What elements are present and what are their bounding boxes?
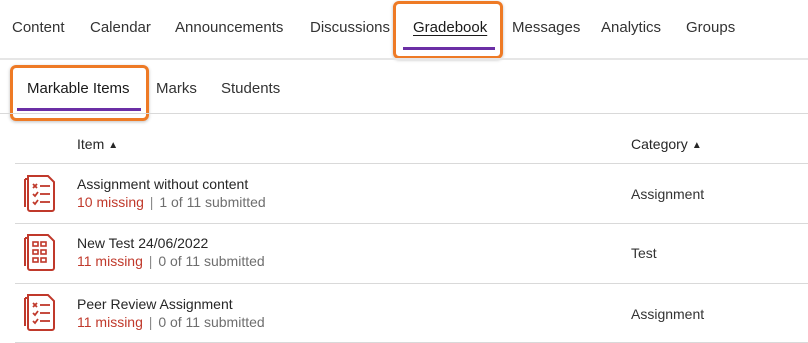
assignment-icon (24, 175, 55, 212)
nav-calendar[interactable]: Calendar (90, 19, 151, 36)
tab-marks[interactable]: Marks (156, 80, 197, 97)
test-icon (24, 234, 55, 271)
row-status: 11 missing | 0 of 11 submitted (77, 314, 265, 330)
subtabs-divider (0, 113, 808, 114)
column-header-category-label: Category (631, 136, 688, 152)
nav-groups[interactable]: Groups (686, 19, 735, 36)
nav-analytics[interactable]: Analytics (601, 19, 661, 36)
submitted-count: 0 of 11 submitted (158, 314, 265, 330)
row-category: Assignment (631, 306, 705, 322)
column-header-item-label: Item (77, 136, 105, 152)
nav-divider (0, 58, 808, 60)
gradebook-highlight-box (393, 1, 503, 59)
nav-announcements[interactable]: Announcements (175, 19, 283, 36)
tab-students[interactable]: Students (221, 80, 280, 97)
header-divider (15, 163, 808, 164)
submitted-count: 0 of 11 submitted (158, 253, 265, 269)
nav-content[interactable]: Content (12, 19, 65, 36)
row-divider (15, 223, 808, 224)
sort-icon: ▲︎ (108, 140, 119, 151)
row-divider (15, 283, 808, 284)
missing-count[interactable]: 10 missing (77, 194, 144, 210)
assignment-icon (24, 294, 55, 331)
row-title[interactable]: New Test 24/06/2022 (77, 235, 208, 251)
row-category: Test (631, 245, 657, 261)
row-category: Assignment (631, 186, 705, 202)
column-header-category[interactable]: Category ▲︎ (631, 136, 702, 152)
row-title[interactable]: Assignment without content (77, 176, 248, 192)
missing-count[interactable]: 11 missing (77, 314, 143, 330)
row-status: 10 missing | 1 of 11 submitted (77, 194, 266, 210)
column-header-item[interactable]: Item ▲︎ (77, 136, 118, 152)
row-title[interactable]: Peer Review Assignment (77, 296, 233, 312)
nav-messages[interactable]: Messages (512, 19, 580, 36)
sort-icon: ▲︎ (691, 140, 702, 151)
missing-count[interactable]: 11 missing (77, 253, 143, 269)
submitted-count: 1 of 11 submitted (159, 194, 266, 210)
row-status: 11 missing | 0 of 11 submitted (77, 253, 265, 269)
nav-discussions[interactable]: Discussions (310, 19, 390, 36)
